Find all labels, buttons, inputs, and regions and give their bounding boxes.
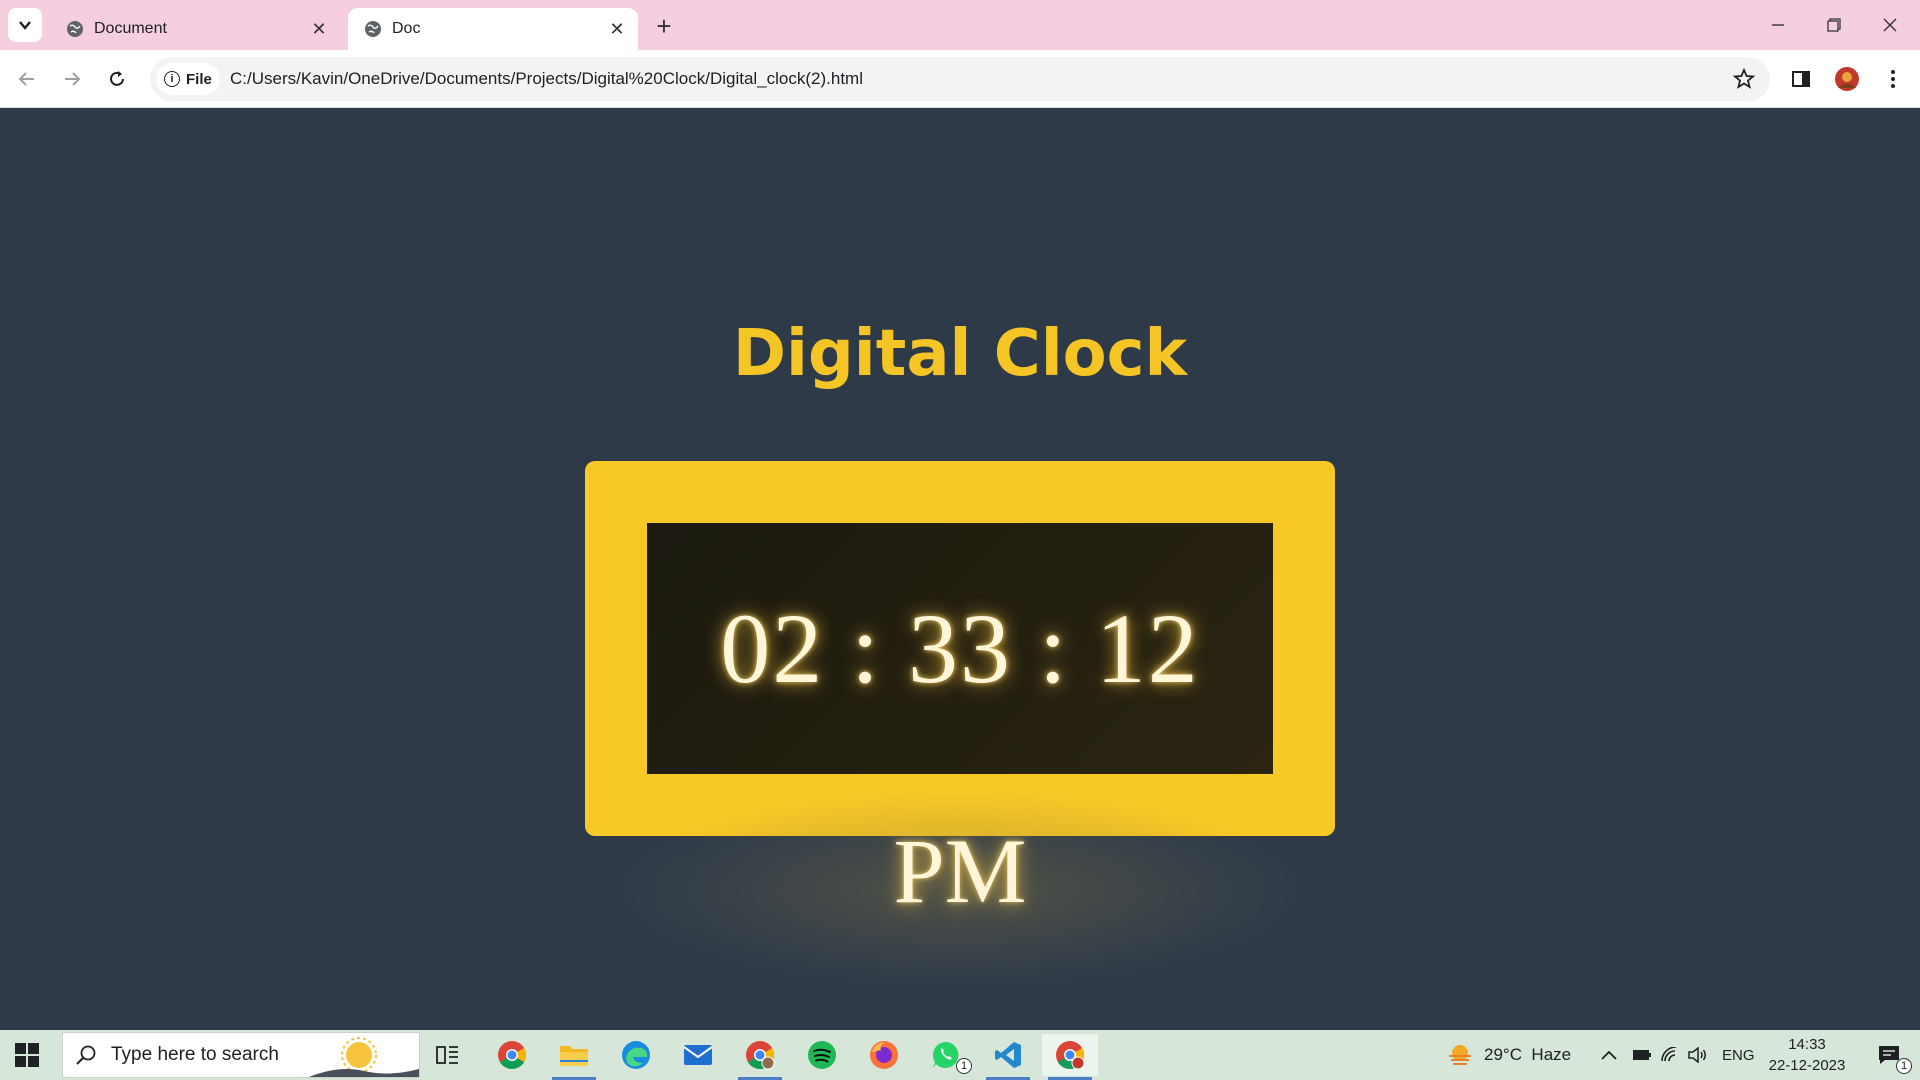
browser-toolbar: i File C:/Users/Kavin/OneDrive/Documents… <box>0 50 1920 108</box>
scheme-label: File <box>186 70 212 88</box>
whatsapp-badge: 1 <box>956 1058 972 1074</box>
taskbar-chrome-active[interactable] <box>1042 1034 1098 1080</box>
taskbar-task-view[interactable] <box>420 1034 476 1076</box>
reload-button[interactable] <box>102 64 132 94</box>
speaker-icon <box>1688 1047 1706 1063</box>
bookmark-star-icon[interactable] <box>1732 67 1756 91</box>
taskbar-search-input[interactable]: Type here to search <box>62 1032 420 1078</box>
minimize-button[interactable] <box>1750 0 1806 50</box>
firefox-icon <box>870 1041 898 1069</box>
task-view-icon <box>436 1046 458 1064</box>
taskbar-edge[interactable] <box>608 1034 664 1076</box>
spotify-icon <box>808 1041 836 1069</box>
taskbar-file-explorer[interactable] <box>546 1034 602 1080</box>
tab-title: Doc <box>392 20 421 37</box>
window-close-button[interactable] <box>1862 0 1918 50</box>
tab-search-button[interactable] <box>8 8 42 42</box>
avatar <box>1835 67 1859 91</box>
profile-avatar-button[interactable] <box>1832 64 1862 94</box>
tab-title: Document <box>94 20 167 37</box>
search-icon <box>76 1045 96 1065</box>
reload-icon <box>110 71 124 86</box>
page-title: Digital Clock <box>732 317 1188 391</box>
haze-sun-icon <box>1449 1045 1471 1065</box>
meridiem-label: PM <box>893 820 1027 922</box>
vscode-icon <box>995 1042 1021 1068</box>
taskbar-spotify[interactable] <box>794 1034 850 1076</box>
taskbar-vscode[interactable] <box>980 1034 1036 1080</box>
chevron-up-icon <box>1601 1050 1617 1060</box>
new-tab-button[interactable]: + <box>650 11 678 41</box>
globe-icon <box>365 21 381 37</box>
arrow-left-icon <box>18 72 34 86</box>
forward-button[interactable] <box>57 64 87 94</box>
address-url[interactable]: C:/Users/Kavin/OneDrive/Documents/Projec… <box>230 69 863 89</box>
edge-icon <box>622 1041 650 1069</box>
chrome-profile-icon <box>746 1041 775 1070</box>
notification-badge: 1 <box>1896 1058 1912 1074</box>
wifi-icon <box>1661 1047 1677 1062</box>
clock-frame: 02 : 33 : 12 <box>585 461 1335 836</box>
info-icon: i <box>164 71 180 87</box>
mail-icon <box>683 1045 713 1065</box>
notification-center-button[interactable]: 1 <box>1864 1034 1914 1076</box>
chevron-down-icon <box>19 21 31 30</box>
search-highlight-illustration <box>309 1037 419 1077</box>
side-panel-icon <box>1792 71 1810 87</box>
close-icon <box>1883 18 1897 32</box>
chrome-icon <box>498 1041 526 1069</box>
battery-status[interactable] <box>1632 1030 1652 1080</box>
search-placeholder: Type here to search <box>111 1044 279 1065</box>
arrow-right-icon <box>65 72 81 86</box>
system-clock[interactable]: 14:33 22-12-2023 <box>1762 1034 1852 1076</box>
taskbar-firefox[interactable] <box>856 1034 912 1076</box>
more-vertical-icon <box>1891 70 1895 88</box>
system-time: 14:33 <box>1788 1036 1826 1053</box>
taskbar-chrome[interactable] <box>484 1034 540 1076</box>
volume-control[interactable] <box>1688 1030 1708 1080</box>
clock-time: 02 : 33 : 12 <box>720 593 1200 704</box>
tray-overflow-button[interactable] <box>1600 1030 1618 1080</box>
close-icon[interactable]: ✕ <box>308 18 330 40</box>
taskbar-whatsapp[interactable]: 1 <box>918 1034 974 1076</box>
side-panel-button[interactable] <box>1786 64 1816 94</box>
site-info-chip[interactable]: i File <box>156 63 220 95</box>
taskbar-mail[interactable] <box>670 1034 726 1076</box>
system-date: 22-12-2023 <box>1768 1057 1846 1074</box>
browser-tab-strip: Document ✕ Doc ✕ + <box>0 0 1920 50</box>
windows-taskbar: Type here to search 1 29°C Haze ENG 14:3… <box>0 1030 1920 1080</box>
weather-widget[interactable]: 29°C Haze <box>1446 1030 1571 1080</box>
clock-screen: 02 : 33 : 12 <box>647 523 1273 774</box>
back-button[interactable] <box>12 64 42 94</box>
globe-icon <box>67 21 83 37</box>
restore-button[interactable] <box>1806 0 1862 50</box>
restore-icon <box>1827 18 1841 32</box>
weather-text: 29°C Haze <box>1484 1045 1572 1064</box>
file-explorer-icon <box>560 1046 588 1066</box>
minimize-icon <box>1772 24 1784 26</box>
close-icon[interactable]: ✕ <box>606 18 628 40</box>
tab-document[interactable]: Document ✕ <box>50 8 340 50</box>
battery-icon <box>1633 1050 1651 1060</box>
tab-doc[interactable]: Doc ✕ <box>348 8 638 50</box>
network-status[interactable] <box>1660 1030 1680 1080</box>
chrome-active-icon <box>1056 1041 1085 1070</box>
windows-start-icon[interactable] <box>14 1042 40 1068</box>
taskbar-chrome-profile[interactable] <box>732 1034 788 1080</box>
language-indicator[interactable]: ENG <box>1722 1030 1755 1080</box>
browser-menu-button[interactable] <box>1878 64 1908 94</box>
address-bar[interactable]: i File C:/Users/Kavin/OneDrive/Documents… <box>150 57 1770 101</box>
